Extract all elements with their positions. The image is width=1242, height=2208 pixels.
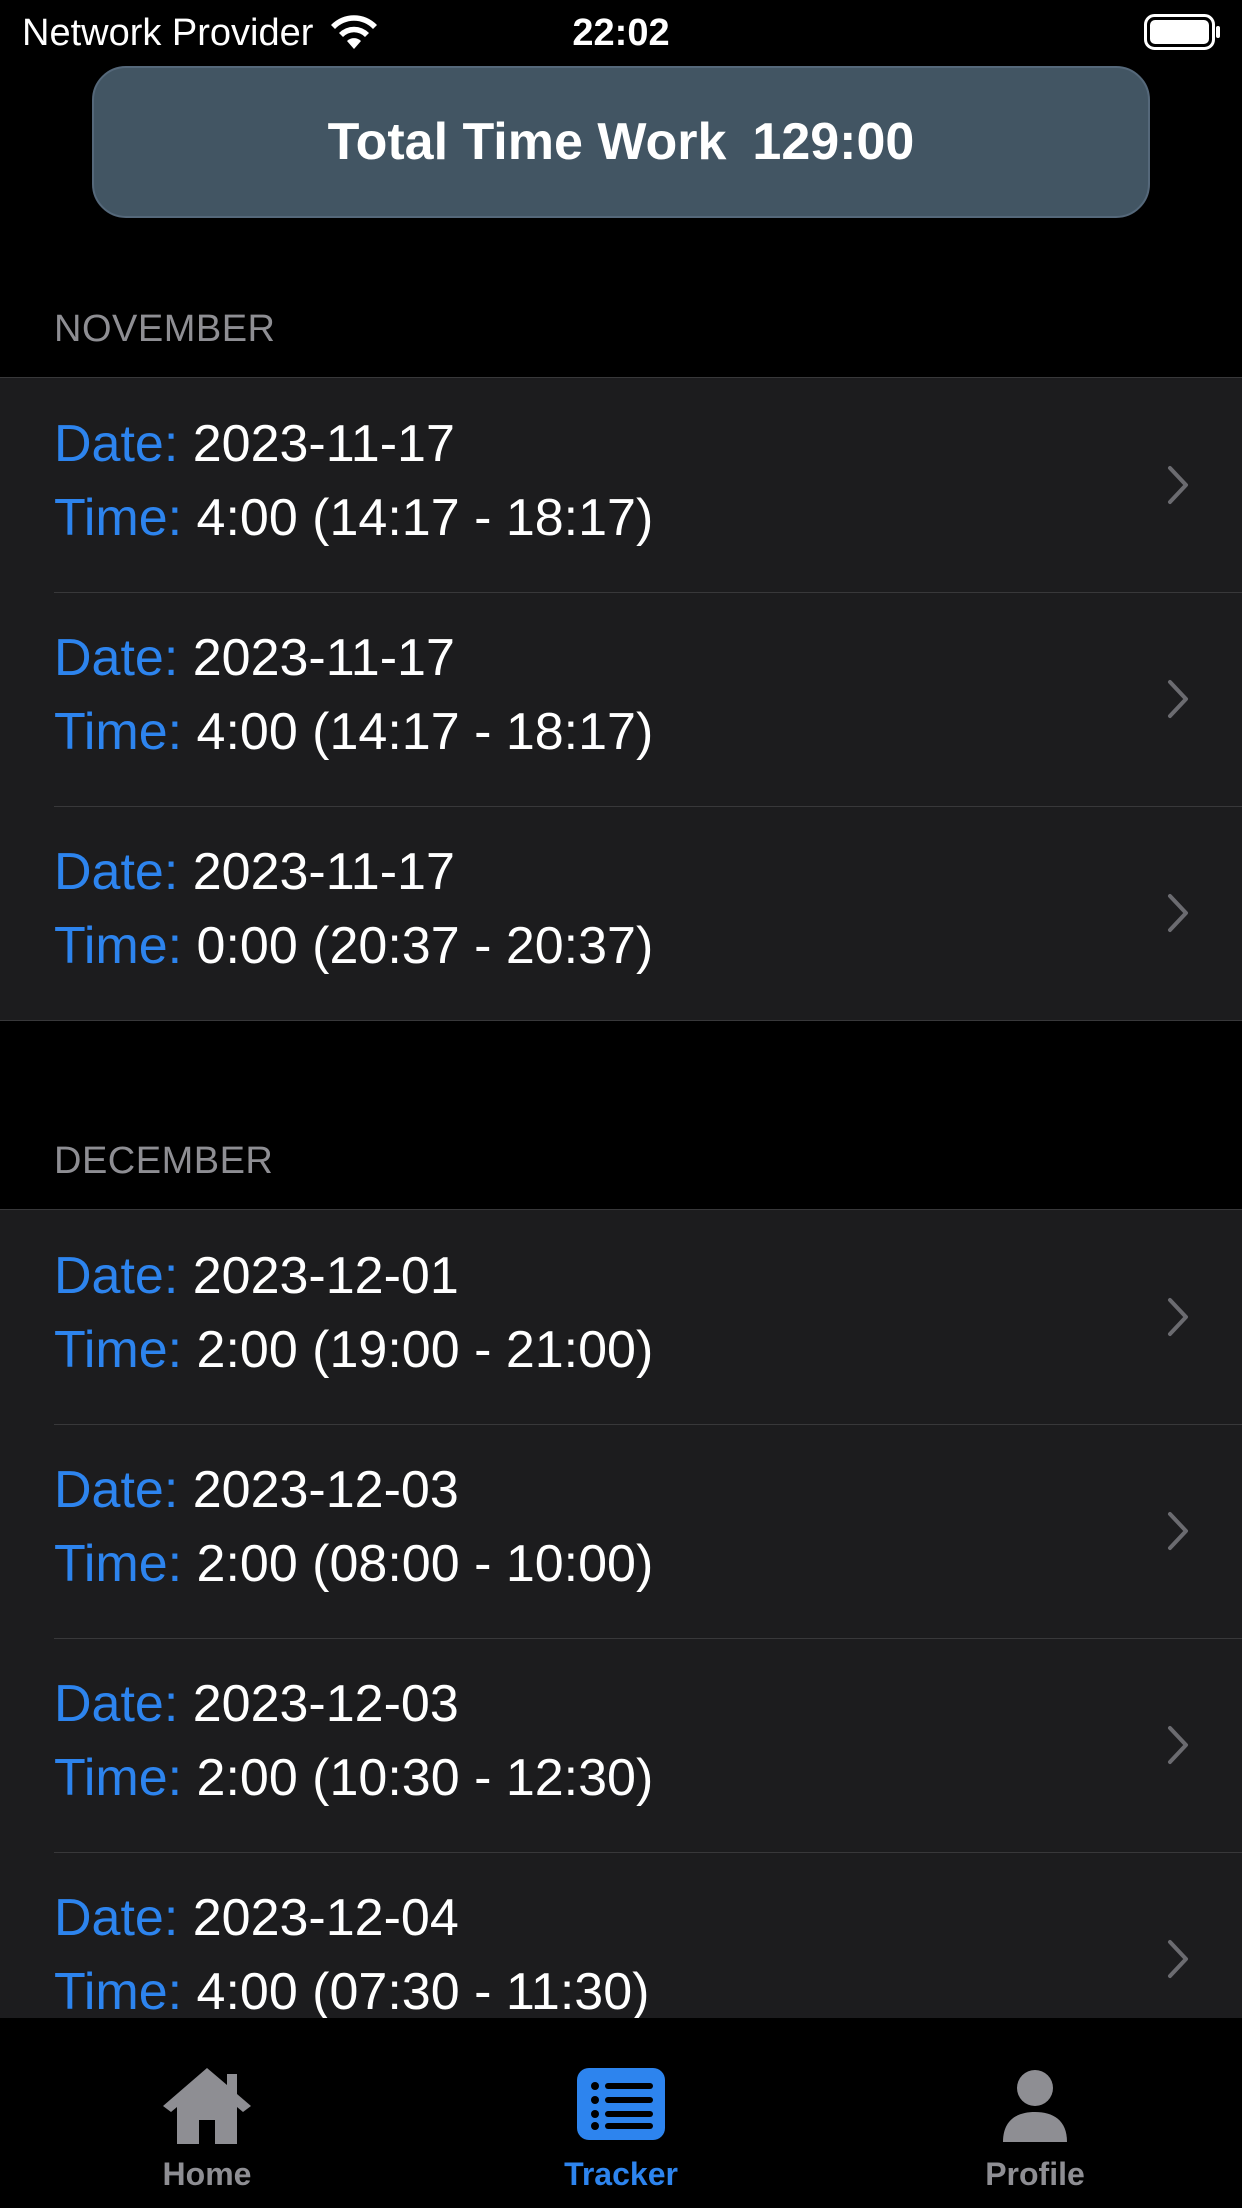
tab-tracker[interactable]: Tracker	[414, 2018, 828, 2208]
status-bar: Network Provider 22:02	[0, 0, 1242, 66]
date-value: 2023-12-03	[192, 1675, 459, 1733]
entry-date: Date: 2023-12-01	[54, 1244, 459, 1308]
date-value: 2023-11-17	[192, 843, 455, 901]
date-value: 2023-12-01	[192, 1247, 459, 1305]
entry-time: Time: 2:00 (08:00 - 10:00)	[54, 1532, 653, 1596]
tab-home[interactable]: Home	[0, 2018, 414, 2208]
tab-home-label: Home	[162, 2156, 252, 2192]
entry-time: Time: 4:00 (14:17 - 18:17)	[54, 486, 653, 550]
date-value: 2023-12-03	[192, 1461, 459, 1519]
list-item[interactable]: Date: 2023-12-01 Time: 2:00 (19:00 - 21:…	[0, 1210, 1242, 1424]
chevron-right-icon	[1168, 894, 1188, 932]
list-icon	[577, 2068, 665, 2140]
date-label: Date:	[54, 1889, 179, 1947]
date-value: 2023-11-17	[192, 415, 455, 473]
time-value: 2:00 (10:30 - 12:30)	[196, 1749, 654, 1807]
tab-tracker-label: Tracker	[564, 2156, 678, 2192]
section-list-november: Date: 2023-11-17 Time: 4:00 (14:17 - 18:…	[0, 377, 1242, 1021]
chevron-right-icon	[1168, 1940, 1188, 1978]
entry-time: Time: 0:00 (20:37 - 20:37)	[54, 914, 653, 978]
section-header-december: DECEMBER	[54, 1140, 274, 1182]
time-value: 2:00 (19:00 - 21:00)	[196, 1321, 654, 1379]
entry-time: Time: 2:00 (19:00 - 21:00)	[54, 1318, 653, 1382]
time-label: Time:	[54, 1535, 183, 1593]
time-label: Time:	[54, 1749, 183, 1807]
list-item[interactable]: Date: 2023-12-03 Time: 2:00 (08:00 - 10:…	[0, 1424, 1242, 1638]
date-label: Date:	[54, 1247, 179, 1305]
list-item[interactable]: Date: 2023-11-17 Time: 4:00 (14:17 - 18:…	[0, 378, 1242, 592]
entry-date: Date: 2023-12-03	[54, 1458, 459, 1522]
home-icon	[163, 2068, 251, 2144]
section-list-december: Date: 2023-12-01 Time: 2:00 (19:00 - 21:…	[0, 1209, 1242, 2066]
time-label: Time:	[54, 489, 183, 547]
date-label: Date:	[54, 415, 179, 473]
entry-date: Date: 2023-11-17	[54, 626, 455, 690]
time-value: 2:00 (08:00 - 10:00)	[196, 1535, 654, 1593]
date-label: Date:	[54, 1675, 179, 1733]
entry-date: Date: 2023-11-17	[54, 840, 455, 904]
chevron-right-icon	[1168, 1298, 1188, 1336]
entry-time: Time: 4:00 (07:30 - 11:30)	[54, 1960, 649, 2024]
time-label: Time:	[54, 1963, 183, 2021]
date-label: Date:	[54, 1461, 179, 1519]
date-label: Date:	[54, 629, 179, 687]
time-value: 0:00 (20:37 - 20:37)	[196, 917, 654, 975]
chevron-right-icon	[1168, 1726, 1188, 1764]
tab-profile-label: Profile	[985, 2156, 1085, 2192]
tab-profile[interactable]: Profile	[828, 2018, 1242, 2208]
battery-icon	[1144, 14, 1220, 50]
time-value: 4:00 (14:17 - 18:17)	[196, 703, 654, 761]
section-header-november: NOVEMBER	[54, 308, 276, 350]
list-item[interactable]: Date: 2023-12-03 Time: 2:00 (10:30 - 12:…	[0, 1638, 1242, 1852]
date-value: 2023-12-04	[192, 1889, 459, 1947]
status-time: 22:02	[572, 12, 670, 54]
time-label: Time:	[54, 917, 183, 975]
date-label: Date:	[54, 843, 179, 901]
total-time-label: Total Time Work	[327, 113, 727, 171]
entry-date: Date: 2023-11-17	[54, 412, 455, 476]
person-icon	[1003, 2070, 1067, 2142]
total-time-banner: Total Time Work 129:00	[92, 66, 1150, 218]
entry-date: Date: 2023-12-03	[54, 1672, 459, 1736]
time-label: Time:	[54, 1321, 183, 1379]
chevron-right-icon	[1168, 466, 1188, 504]
date-value: 2023-11-17	[192, 629, 455, 687]
total-time-value: 129:00	[752, 113, 915, 171]
entry-time: Time: 4:00 (14:17 - 18:17)	[54, 700, 653, 764]
chevron-right-icon	[1168, 1512, 1188, 1550]
time-label: Time:	[54, 703, 183, 761]
time-value: 4:00 (07:30 - 11:30)	[196, 1963, 650, 2021]
entry-time: Time: 2:00 (10:30 - 12:30)	[54, 1746, 653, 1810]
time-value: 4:00 (14:17 - 18:17)	[196, 489, 654, 547]
entry-date: Date: 2023-12-04	[54, 1886, 459, 1950]
chevron-right-icon	[1168, 680, 1188, 718]
list-item[interactable]: Date: 2023-11-17 Time: 0:00 (20:37 - 20:…	[0, 806, 1242, 1020]
tab-bar: Home Tracker Profile	[0, 2018, 1242, 2208]
list-item[interactable]: Date: 2023-11-17 Time: 4:00 (14:17 - 18:…	[0, 592, 1242, 806]
